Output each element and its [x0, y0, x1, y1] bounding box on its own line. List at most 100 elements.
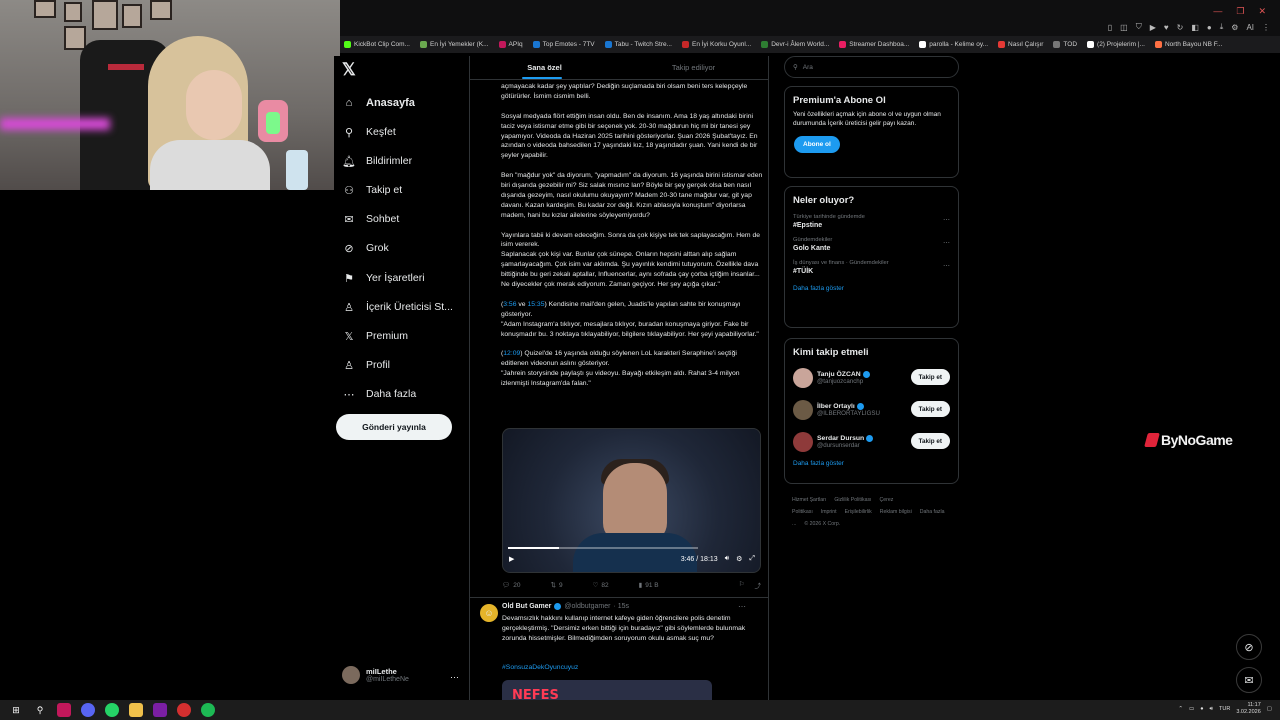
battery-icon[interactable]: ▭: [1189, 706, 1194, 712]
avatar[interactable]: [793, 400, 813, 420]
messages-icon[interactable]: ✉: [1236, 667, 1262, 693]
search-icon[interactable]: ⚲: [33, 703, 47, 717]
extension-icon[interactable]: ▶: [1150, 23, 1156, 32]
bookmark-item[interactable]: (2) Projelerim |...: [1087, 41, 1145, 48]
avatar[interactable]: [793, 368, 813, 388]
whatsapp-icon[interactable]: [105, 703, 119, 717]
notification-icon[interactable]: ▢: [1267, 706, 1272, 712]
author-handle[interactable]: @oldbutgamer: [564, 603, 610, 610]
close-icon[interactable]: ✕: [1258, 6, 1266, 17]
post-button[interactable]: Gönderi yayınla: [336, 414, 452, 440]
post-image[interactable]: NEFES: [502, 680, 712, 700]
sync-icon[interactable]: ↻: [1177, 23, 1184, 32]
video-progress-bar[interactable]: [508, 547, 698, 549]
heart-icon[interactable]: ♥: [1164, 23, 1169, 32]
clock[interactable]: 11:17 3.02.2026: [1236, 702, 1260, 716]
reply-button[interactable]: 💬︎ 20: [502, 580, 521, 590]
bookmark-item[interactable]: En İyi Yemekler (K...: [420, 41, 489, 48]
grok-icon[interactable]: ⊘: [1236, 634, 1262, 660]
footer-link[interactable]: © 2026 X Corp.: [804, 521, 840, 527]
tab-following[interactable]: Takip ediliyor: [619, 56, 768, 79]
mic-icon[interactable]: ●: [1200, 706, 1203, 712]
app-icon[interactable]: [153, 703, 167, 717]
chevron-up-icon[interactable]: ⌃: [1178, 706, 1183, 712]
footer-link[interactable]: Hizmet Şartları: [792, 497, 826, 503]
folder-icon[interactable]: [129, 703, 143, 717]
bookmark-item[interactable]: parolla - Kelime oy...: [919, 41, 988, 48]
timestamp-link[interactable]: 15:35: [527, 301, 544, 308]
bookmark-item[interactable]: Nasıl Çalışır: [998, 41, 1043, 48]
more-icon[interactable]: ⋯: [450, 672, 459, 683]
sidebar-item-ke-fet[interactable]: ⚲ Keşfet: [342, 125, 396, 139]
trend-item[interactable]: Gündemdekiler Golo Kante ⋯: [785, 229, 958, 252]
like-button[interactable]: ♡ 82: [593, 580, 609, 590]
extension-icon[interactable]: ◫: [1120, 23, 1128, 32]
bookmark-item[interactable]: Tabu - Twitch Stre...: [604, 41, 672, 48]
bookmark-item[interactable]: Streamer Dashboa...: [839, 41, 909, 48]
x-logo-icon[interactable]: 𝕏: [342, 60, 356, 80]
sidebar-item-sohbet[interactable]: ✉ Sohbet: [342, 212, 399, 226]
fullscreen-icon[interactable]: ⤢: [749, 555, 755, 563]
trend-item[interactable]: Türkiye tarihinde gündemde #Epstine ⋯: [785, 206, 958, 229]
more-icon[interactable]: ⋯: [943, 239, 950, 247]
browser-icon[interactable]: [177, 703, 191, 717]
account-switcher[interactable]: miILethe @miILetheNe: [342, 666, 409, 684]
settings-icon[interactable]: ⚙: [1231, 23, 1238, 32]
show-more-link[interactable]: Daha fazla göster: [785, 275, 958, 300]
profile-avatar-icon[interactable]: ●: [1207, 23, 1212, 32]
footer-link[interactable]: Reklam bilgisi: [880, 509, 912, 515]
repost-button[interactable]: ⇅ 9: [551, 580, 563, 590]
sidebar-item-i-erik-reticisi-st-[interactable]: ♙ İçerik Üreticisi St...: [342, 300, 453, 314]
extension-icon[interactable]: ▯: [1108, 23, 1112, 32]
more-icon[interactable]: ⋯: [738, 602, 746, 611]
footer-link[interactable]: Gizlilik Politikası: [834, 497, 871, 503]
bookmark-item[interactable]: APIq: [498, 41, 523, 48]
search-input[interactable]: ⚲ Ara: [784, 56, 959, 78]
bookmark-item[interactable]: En İyi Korku Oyunl...: [681, 41, 751, 48]
bookmark-item[interactable]: North Bayou NB F...: [1154, 41, 1222, 48]
download-icon[interactable]: ⤓: [1220, 22, 1224, 32]
follow-button[interactable]: Takip et: [910, 401, 950, 417]
follow-suggestion[interactable]: İlber Ortaylı @ILBERORTAYLIGSU Takip et: [785, 390, 958, 422]
follow-button[interactable]: Takip et: [910, 433, 950, 449]
timestamp-link[interactable]: 12:09: [503, 350, 520, 357]
sidebar-item-daha-fazla[interactable]: ⋯ Daha fazla: [342, 387, 417, 401]
spotify-icon[interactable]: [201, 703, 215, 717]
sidebar-item-profil[interactable]: ♙ Profil: [342, 358, 390, 372]
app-icon[interactable]: [57, 703, 71, 717]
bookmark-item[interactable]: Top Emotes - 7TV: [532, 41, 595, 48]
avatar[interactable]: ☺: [480, 604, 498, 622]
follow-suggestion[interactable]: Tanju ÖZCAN @tanjuozcanchp Takip et: [785, 358, 958, 390]
minimize-icon[interactable]: —: [1213, 6, 1222, 17]
menu-icon[interactable]: ⋮: [1262, 23, 1270, 32]
sidebar-item-grok[interactable]: ⊘ Grok: [342, 241, 388, 255]
timestamp-link[interactable]: 3:56: [503, 301, 516, 308]
views-button[interactable]: ▮ 91 B: [639, 580, 659, 590]
sidebar-item-premium[interactable]: 𝕏 Premium: [342, 329, 408, 343]
more-icon[interactable]: ⋯: [943, 216, 950, 224]
sidebar-item-takip-et[interactable]: ⚇ Takip et: [342, 183, 402, 197]
play-icon[interactable]: ▶: [509, 555, 514, 563]
extension-icon[interactable]: ◧: [1191, 23, 1199, 32]
show-more-link[interactable]: Daha fazla göster: [785, 454, 958, 475]
share-icon[interactable]: ⤴: [755, 580, 762, 590]
sidebar-item-anasayfa[interactable]: ⌂ Anasayfa: [342, 96, 415, 110]
discord-icon[interactable]: [81, 703, 95, 717]
sidebar-item-bildirimler[interactable]: 🔔︎ Bildirimler: [342, 154, 412, 168]
ai-button[interactable]: AI: [1246, 23, 1254, 32]
hashtag-link[interactable]: #SonsuzaDekOyuncuyuz: [502, 664, 578, 671]
author-name[interactable]: Old But Gamer: [502, 603, 551, 610]
follow-suggestion[interactable]: Serdar Dursun @dursunserdar Takip et: [785, 422, 958, 454]
bookmark-item[interactable]: KickBot Clip Com...: [344, 41, 410, 48]
maximize-icon[interactable]: ❐: [1236, 6, 1244, 17]
subscribe-button[interactable]: Abone ol: [794, 136, 840, 153]
bookmark-icon[interactable]: ⚐: [739, 580, 745, 590]
more-icon[interactable]: ⋯: [943, 262, 950, 270]
footer-link[interactable]: Imprint: [821, 509, 837, 515]
bookmark-item[interactable]: Devr-i Âlem World...: [761, 41, 829, 48]
settings-icon[interactable]: ⚙: [736, 555, 742, 563]
tab-for-you[interactable]: Sana özel: [470, 56, 619, 79]
windows-start-icon[interactable]: ⊞: [9, 703, 23, 717]
volume-icon[interactable]: 🔊︎: [725, 555, 729, 563]
shield-icon[interactable]: ⛉: [1136, 22, 1142, 32]
